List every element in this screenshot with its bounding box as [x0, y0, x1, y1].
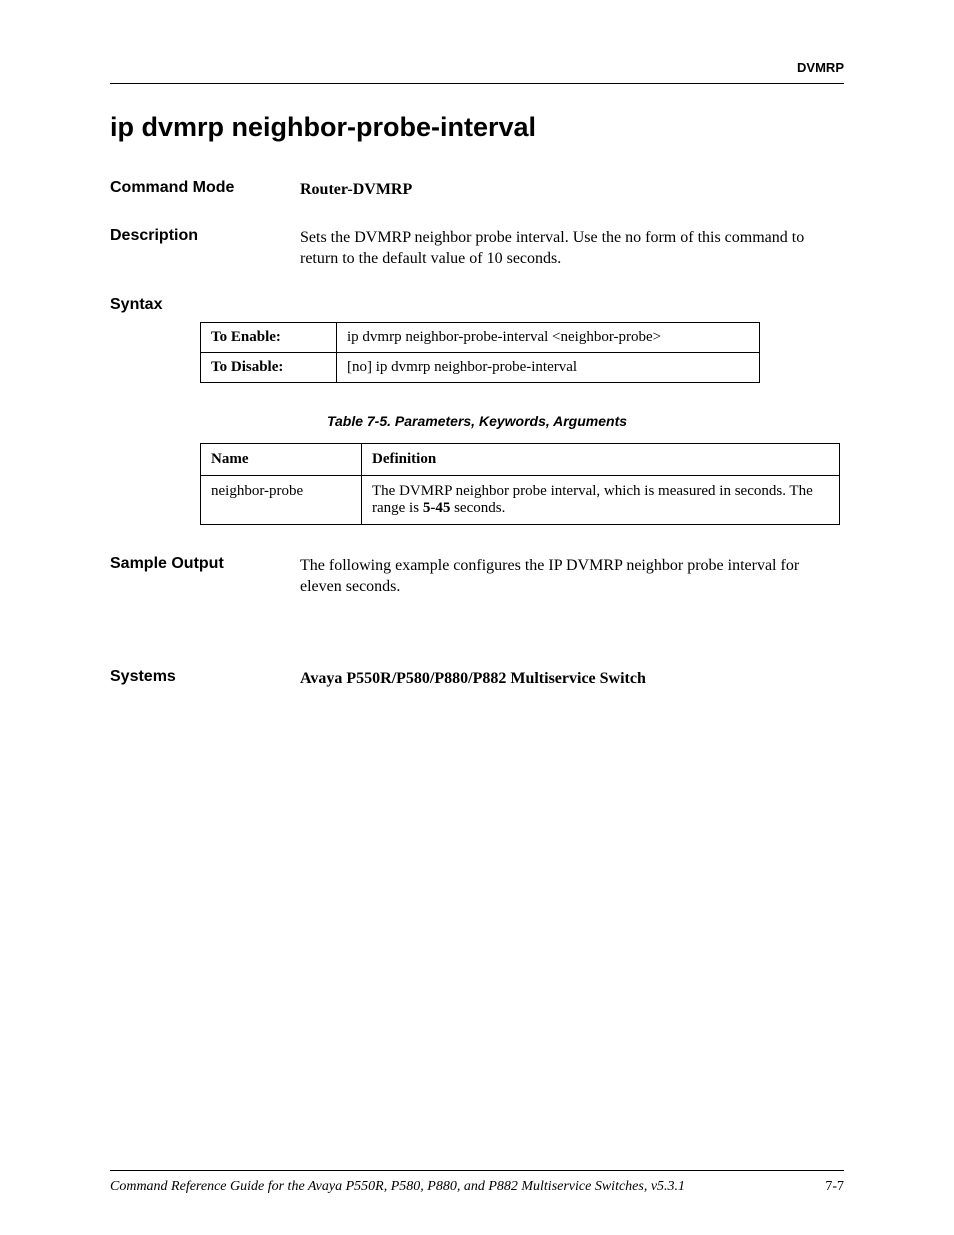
syntax-table: To Enable: ip dvmrp neighbor-probe-inter…	[200, 322, 760, 383]
command-mode-label: Command Mode	[110, 179, 300, 197]
systems-row: Systems Avaya P550R/P580/P880/P882 Multi…	[110, 668, 844, 690]
table-row: To Enable: ip dvmrp neighbor-probe-inter…	[201, 322, 760, 352]
command-mode-row: Command Mode Router-DVMRP	[110, 179, 844, 201]
sample-output-row: Sample Output The following example conf…	[110, 555, 844, 598]
bottom-rule	[110, 1170, 844, 1171]
systems-label: Systems	[110, 668, 300, 686]
table-row: neighbor-probe The DVMRP neighbor probe …	[201, 475, 840, 524]
top-rule	[110, 83, 844, 84]
table-caption: Table 7-5. Parameters, Keywords, Argumen…	[110, 413, 844, 429]
table-row: To Disable: [no] ip dvmrp neighbor-probe…	[201, 352, 760, 382]
description-label: Description	[110, 227, 300, 245]
params-table: Name Definition neighbor-probe The DVMRP…	[200, 443, 840, 525]
sample-output-label: Sample Output	[110, 555, 300, 573]
definition-range: 5-45	[423, 500, 451, 516]
param-name: neighbor-probe	[201, 475, 362, 524]
syntax-row-value: [no] ip dvmrp neighbor-probe-interval	[337, 352, 760, 382]
syntax-row: Syntax	[110, 296, 844, 314]
col-header-name: Name	[201, 443, 362, 475]
page-title: ip dvmrp neighbor-probe-interval	[110, 112, 844, 143]
page-footer: Command Reference Guide for the Avaya P5…	[110, 1170, 844, 1195]
definition-suffix: seconds.	[450, 500, 505, 516]
header-section-label: DVMRP	[110, 60, 844, 75]
footer-page-number: 7-7	[825, 1179, 844, 1195]
command-mode-value: Router-DVMRP	[300, 179, 844, 201]
syntax-row-label: To Enable:	[201, 322, 337, 352]
table-header-row: Name Definition	[201, 443, 840, 475]
syntax-label: Syntax	[110, 296, 300, 314]
sample-output-value: The following example configures the IP …	[300, 555, 844, 598]
description-value: Sets the DVMRP neighbor probe interval. …	[300, 227, 844, 270]
syntax-row-value: ip dvmrp neighbor-probe-interval <neighb…	[337, 322, 760, 352]
syntax-row-label: To Disable:	[201, 352, 337, 382]
systems-value: Avaya P550R/P580/P880/P882 Multiservice …	[300, 668, 844, 690]
param-definition: The DVMRP neighbor probe interval, which…	[362, 475, 840, 524]
col-header-definition: Definition	[362, 443, 840, 475]
description-row: Description Sets the DVMRP neighbor prob…	[110, 227, 844, 270]
footer-text: Command Reference Guide for the Avaya P5…	[110, 1179, 685, 1195]
